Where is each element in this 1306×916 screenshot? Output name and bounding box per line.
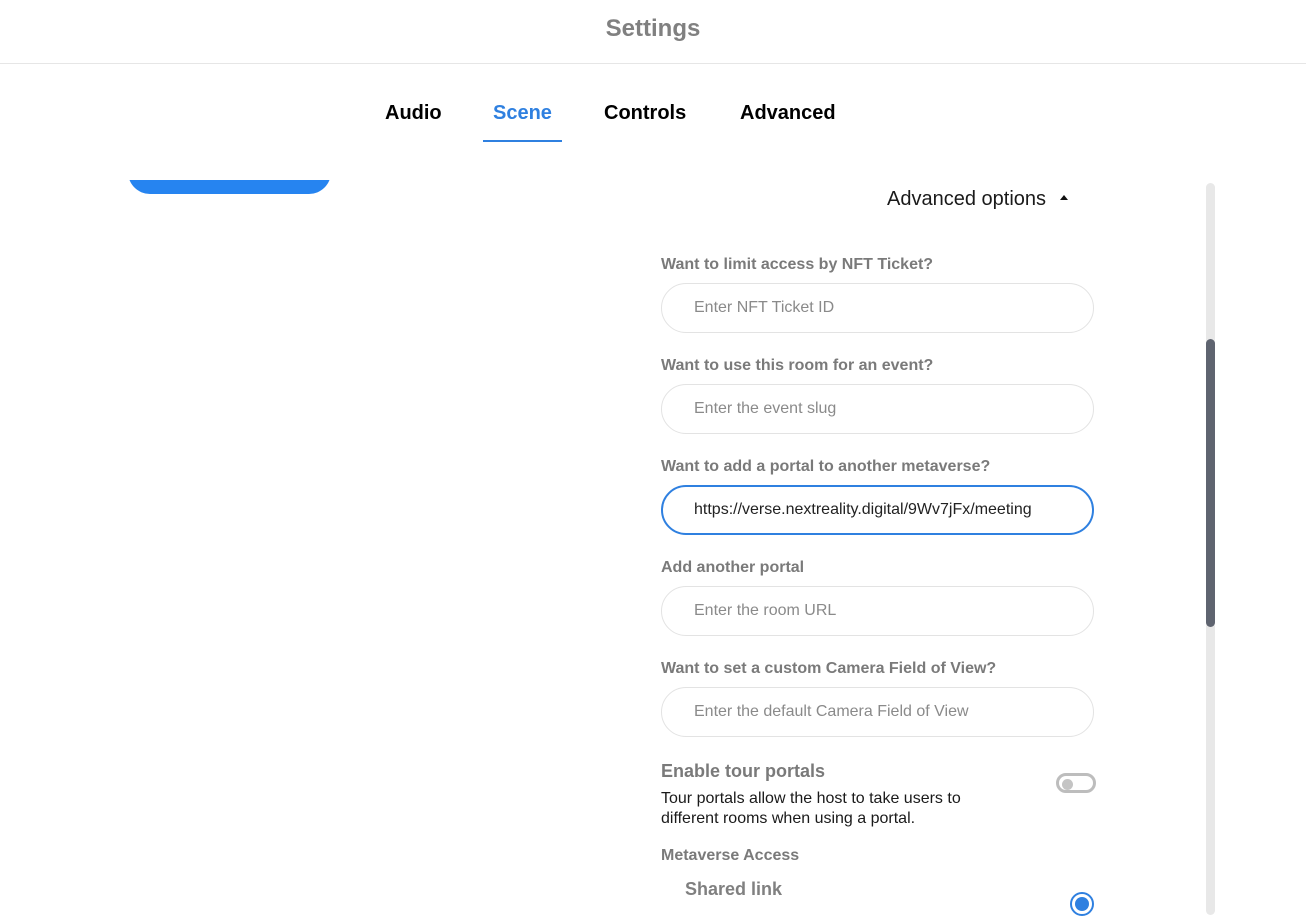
advanced-options-toggle[interactable]: Advanced options <box>887 188 1069 211</box>
metaverse-access-label: Metaverse Access <box>661 847 800 864</box>
tab-scene[interactable]: Scene <box>483 90 562 142</box>
advanced-options-form: Want to limit access by NFT Ticket? Want… <box>661 254 1096 916</box>
primary-button-partial[interactable] <box>128 180 331 194</box>
another-portal-label: Add another portal <box>661 559 805 576</box>
tab-advanced[interactable]: Advanced <box>740 90 836 142</box>
event-slug-input[interactable] <box>661 384 1094 434</box>
tour-portals-description: Tour portals allow the host to take user… <box>661 790 961 827</box>
caret-up-icon <box>1060 195 1069 200</box>
metaverse-portal-field: Want to add a portal to another metavers… <box>661 456 1095 535</box>
event-slug-field: Want to use this room for an event? <box>661 355 1095 434</box>
metaverse-portal-input[interactable] <box>661 485 1094 535</box>
event-slug-label: Want to use this room for an event? <box>661 357 934 374</box>
shared-link-option[interactable]: Shared link <box>661 879 1095 916</box>
tab-audio[interactable]: Audio <box>385 90 442 142</box>
toggle-knob <box>1062 779 1073 790</box>
scrollbar[interactable] <box>1206 183 1215 915</box>
scrollbar-thumb[interactable] <box>1206 339 1215 627</box>
nft-ticket-input[interactable] <box>661 283 1094 333</box>
settings-header: Settings <box>0 0 1306 64</box>
tour-portals-toggle[interactable] <box>1056 773 1096 793</box>
shared-link-label: Shared link <box>685 879 783 899</box>
nft-ticket-field: Want to limit access by NFT Ticket? <box>661 254 1095 333</box>
metaverse-portal-label: Want to add a portal to another metavers… <box>661 458 991 475</box>
settings-tabs: Audio Scene Controls Advanced <box>0 90 1230 146</box>
radio-selected-dot <box>1075 897 1089 911</box>
shared-link-radio[interactable] <box>1070 892 1094 916</box>
another-portal-input[interactable] <box>661 586 1094 636</box>
advanced-options-label: Advanced options <box>887 188 1047 210</box>
another-portal-field: Add another portal <box>661 557 1095 636</box>
tour-portals-title: Enable tour portals <box>661 761 826 781</box>
tour-portals-section: Enable tour portals Tour portals allow t… <box>661 759 1096 839</box>
tab-controls[interactable]: Controls <box>604 90 686 142</box>
camera-fov-input[interactable] <box>661 687 1094 737</box>
nft-ticket-label: Want to limit access by NFT Ticket? <box>661 256 934 273</box>
page-title: Settings <box>605 14 701 42</box>
camera-fov-field: Want to set a custom Camera Field of Vie… <box>661 658 1095 737</box>
camera-fov-label: Want to set a custom Camera Field of Vie… <box>661 660 997 677</box>
